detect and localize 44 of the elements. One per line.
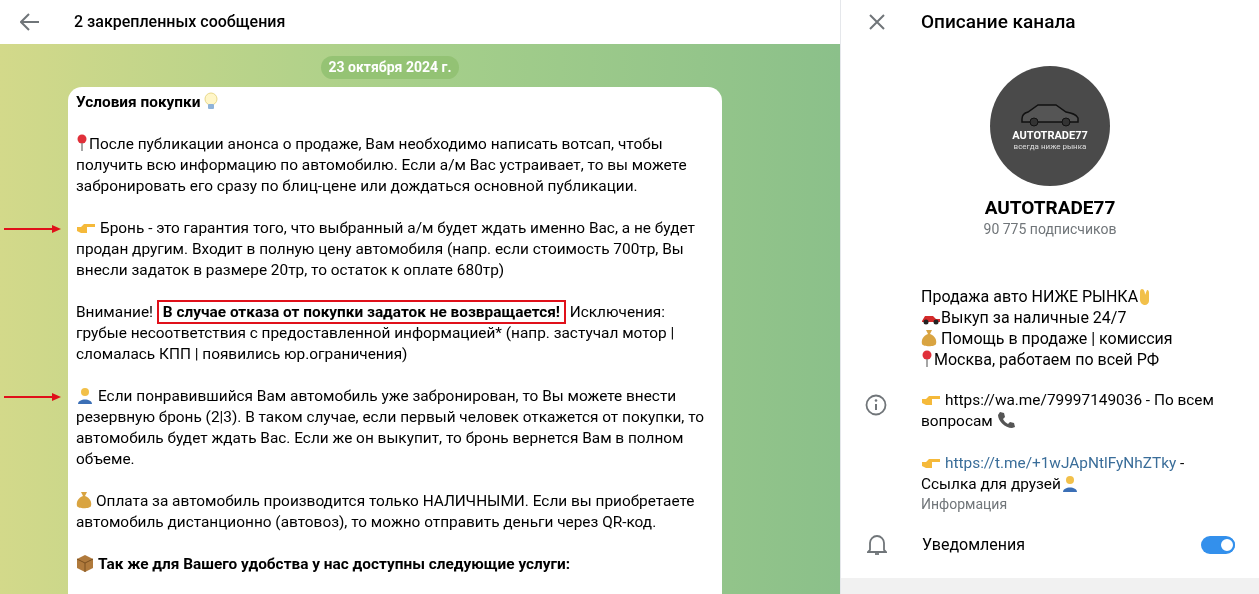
info-label: Информация [921,495,1008,513]
back-arrow-icon [20,13,40,31]
message-paragraph: Оплата за автомобиль производится только НАЛИЧНЫМИ. Если вы приобретаете автомобиль дистанционно (автовоз), то можно отправить деньги через QR-код. [76,491,696,533]
date-pill: 23 октября 2024 г. [320,56,460,79]
annotation-arrow [4,392,62,402]
person-icon [1060,474,1079,492]
message-paragraph: Внимание! В случае отказа от покупки задаток не возвращается! Исключения: грубые несоответствия с предоставленной информацией* (напр. застучал мотор | сломалась КПП | появились юр.ограничения) [76,302,718,365]
message-paragraph: После публикации анонса о продаже, Вам необходимо написать вотсап, чтобы получить всю информацию по автомобилю. Если а/м Вас устраивает, то вы можете забронировать его сразу по блиц-цене или дождаться основной публикации. [76,134,688,197]
message-paragraph: Бронь - это гарантия того, что выбранный а/м будет ждать именно Вас, а не будет продан другим. Входит в полную цену автомобиля (напр. если стоимость 700тр, Вы внесли задаток в размере 20тр, то остаток к оплате 680тр) [76,218,696,281]
bell-icon [867,534,887,556]
phone-icon [996,411,1015,429]
invite-link[interactable]: https://t.me/+1wJApNtlFyNhZTky [945,454,1177,472]
notifications-toggle[interactable] [1201,536,1235,554]
notifications-label: Уведомления [922,534,1027,556]
crossed-fingers-icon [1139,287,1152,305]
avatar-brand-text: AUTOTRADE77 [1012,129,1088,142]
message-paragraph: Если понравившийся Вам автомобиль уже забронирован, то Вы можете внести резервную бронь (2|3). В таком случае, если первый человек откажется от покупки, то автомобиль будет ждать Вас. Если же он выкупит, то бронь вернется Вам в полном объеме. [76,386,706,470]
message-title: Условия покупки [76,92,219,113]
pinned-messages-title: 2 закрепленных сообщения [74,11,286,33]
description-line: Продажа авто НИЖЕ РЫНКА [921,286,1152,307]
pointing-hand-icon [921,456,941,470]
pin-icon [921,350,933,368]
car-drawing [1020,101,1080,127]
money-bag-icon [921,329,937,347]
light-bulb-icon [204,92,219,110]
annotation-arrow [4,224,62,234]
pointing-hand-icon [921,393,941,407]
close-icon [869,14,885,30]
package-icon [76,554,94,572]
description-line: Помощь в продаже | комиссия [921,328,1173,349]
info-text: https://wa.me/79997149036 - По всем вопросам [921,390,1215,432]
description-line: Выкуп за наличные 24/7 [921,307,1127,328]
channel-name: AUTOTRADE77 [984,196,1116,220]
money-bag-icon [76,491,92,509]
avatar-tagline: всегда ниже рынка [1013,142,1087,151]
description-line: Москва, работаем по всей РФ [921,349,1160,370]
message-paragraph: Так же для Вашего удобства у нас доступны следующие услуги: [76,554,718,575]
pin-icon [76,134,88,152]
panel-title: Описание канала [921,8,1076,35]
info-text: https://t.me/+1wJApNtlFyNhZTky - Ссылка для друзей [921,453,1186,495]
info-icon [865,394,887,416]
subscriber-count: 90 775 подписчиков [983,220,1117,238]
person-icon [76,386,94,404]
pointing-hand-icon [76,221,96,235]
